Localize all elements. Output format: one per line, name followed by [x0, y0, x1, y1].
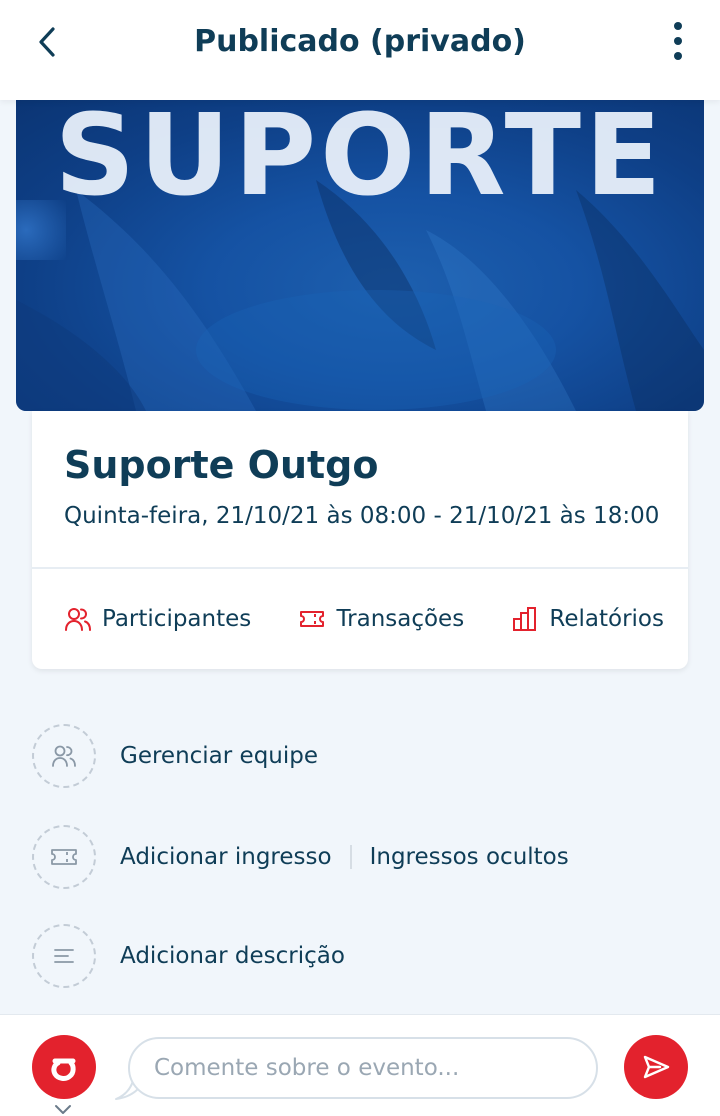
- tickets-row: Adicionar ingresso Ingressos ocultos: [32, 825, 692, 889]
- add-description-row[interactable]: Adicionar descrição: [32, 924, 692, 988]
- event-actions: Participantes Transações Relatórios: [32, 569, 688, 669]
- users-icon: [52, 745, 76, 767]
- participants-button[interactable]: Participantes: [64, 605, 251, 633]
- add-description-label: Adicionar descrição: [120, 943, 345, 969]
- more-vertical-icon: [674, 22, 682, 60]
- chevron-down-icon[interactable]: [52, 1103, 74, 1116]
- transactions-label: Transações: [336, 606, 465, 632]
- transactions-button[interactable]: Transações: [298, 605, 464, 633]
- event-datetime: Quinta-feira, 21/10/21 às 08:00 - 21/10/…: [64, 503, 660, 529]
- ticket-icon: [51, 849, 77, 865]
- hidden-tickets-link[interactable]: Ingressos ocultos: [370, 844, 569, 870]
- send-icon: [643, 1055, 670, 1079]
- comment-bar: [0, 1014, 720, 1116]
- comment-input[interactable]: [128, 1037, 598, 1099]
- text-lines-icon: [54, 949, 74, 963]
- manage-team-icon-wrap: [32, 724, 96, 788]
- banner-title: SUPORTE: [54, 100, 666, 221]
- add-ticket-icon-wrap[interactable]: [32, 825, 96, 889]
- top-bar: Publicado (privado): [0, 0, 720, 100]
- outgo-logo-avatar[interactable]: [32, 1035, 96, 1099]
- manage-team-row[interactable]: Gerenciar equipe: [32, 724, 692, 788]
- manage-team-label: Gerenciar equipe: [120, 743, 319, 769]
- separator: [349, 845, 352, 869]
- event-banner: SUPORTE: [16, 100, 704, 411]
- users-icon: [65, 608, 91, 631]
- chevron-left-icon: [39, 27, 55, 57]
- ticket-icon: [300, 611, 325, 627]
- reports-button[interactable]: Relatórios: [511, 605, 664, 633]
- add-ticket-link[interactable]: Adicionar ingresso: [120, 844, 332, 870]
- bar-chart-icon: [513, 607, 537, 631]
- outgo-logo-icon: [51, 1058, 76, 1081]
- back-button[interactable]: [28, 22, 68, 62]
- participants-label: Participantes: [102, 606, 252, 632]
- send-button[interactable]: [624, 1035, 688, 1099]
- app-screen: Publicado (privado) SUPORTE Suporte Outg…: [0, 0, 720, 1116]
- event-card: Suporte Outgo Quinta-feira, 21/10/21 às …: [32, 411, 688, 669]
- add-description-icon-wrap: [32, 924, 96, 988]
- event-name: Suporte Outgo: [64, 443, 379, 487]
- reports-label: Relatórios: [549, 606, 664, 632]
- page-title: Publicado (privado): [194, 24, 526, 59]
- more-options-button[interactable]: [666, 20, 690, 64]
